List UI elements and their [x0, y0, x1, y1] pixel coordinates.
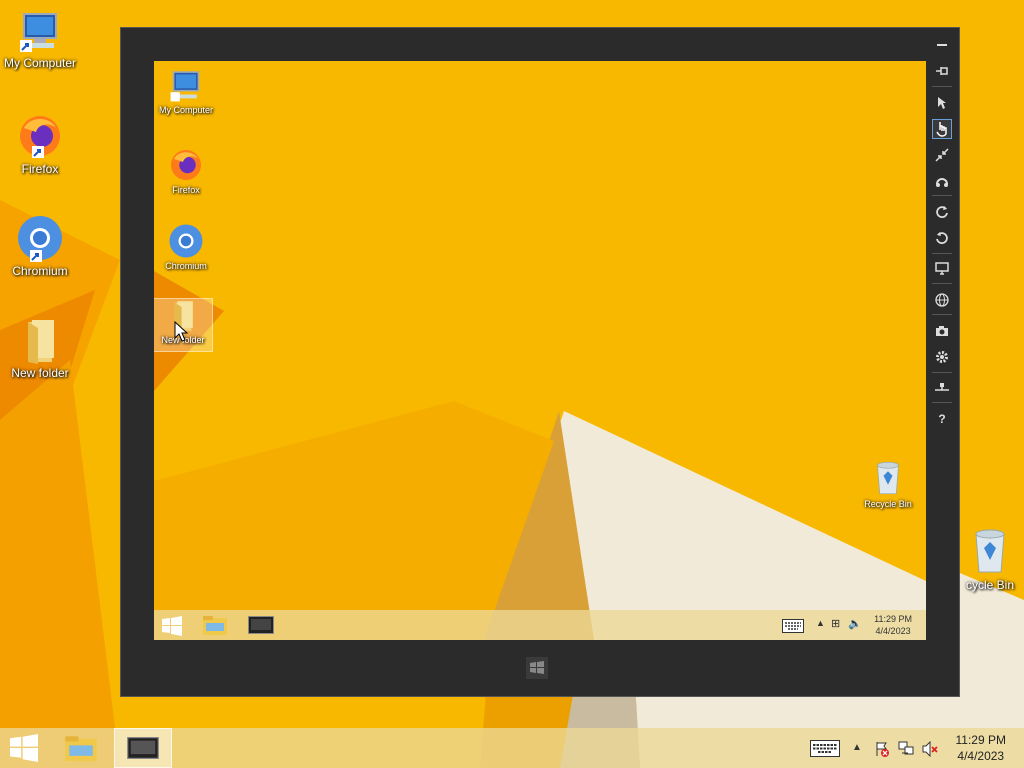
desktop-icon-recycle-bin[interactable]: cycle Bin [950, 526, 1024, 592]
pointer-icon[interactable] [932, 93, 952, 113]
windows-start-icon [10, 734, 38, 762]
desktop-icon-new-folder[interactable]: New folder [0, 318, 80, 380]
network-icon[interactable]: ⊞ [831, 617, 840, 630]
desktop-icon-label: New folder [11, 366, 69, 380]
sim-clock-date: 4/4/2023 [875, 626, 911, 636]
desktop-icon-label: My Computer [3, 56, 77, 70]
recycle-bin-icon [975, 529, 1005, 573]
sim-icon-firefox[interactable]: Firefox [154, 147, 218, 195]
clock-time: 11:29 PM [955, 733, 1006, 747]
volume-icon[interactable]: 🔈 [848, 617, 862, 630]
toolbar-divider [932, 253, 952, 254]
display-icon[interactable] [932, 258, 952, 278]
desktop-icon-label: Firefox [21, 162, 59, 176]
camera-icon[interactable] [932, 321, 952, 341]
recycle-bin-icon [877, 461, 899, 495]
sim-icon-chromium[interactable]: Chromium [154, 223, 218, 271]
rotate-gesture-icon[interactable] [932, 171, 952, 191]
start-button[interactable] [0, 728, 48, 768]
help-icon[interactable]: ? [932, 409, 952, 429]
action-center-icon[interactable] [874, 741, 890, 757]
desktop-icon-chromium[interactable]: Chromium [0, 214, 80, 278]
simulator-taskbar-button[interactable] [114, 728, 172, 768]
simulator-home-button[interactable] [526, 657, 548, 679]
sim-icon-label: Chromium [165, 261, 207, 271]
sim-icon-label: My Computer [158, 105, 213, 115]
toolbar-divider [932, 402, 952, 403]
simulator-app-icon [127, 737, 159, 759]
computer-icon [170, 71, 200, 102]
chromium-icon [169, 224, 203, 258]
file-explorer-button[interactable] [57, 728, 105, 768]
sim-icon-label: Firefox [172, 185, 200, 195]
simulator-screen[interactable]: My Computer Firefox Chromium New folder … [154, 61, 926, 640]
rotate-clockwise-icon[interactable] [932, 202, 952, 222]
desktop-icon-label: Chromium [12, 264, 68, 278]
sim-icon-recycle-bin[interactable]: Recycle Bin [856, 459, 920, 509]
toolbar-divider [932, 314, 952, 315]
firefox-icon [171, 150, 201, 180]
taskbar: ▲ 11:29 PM 4/4/2023 [0, 728, 1024, 768]
globe-icon[interactable] [932, 290, 952, 310]
file-explorer-icon[interactable] [202, 614, 228, 636]
folder-icon [28, 320, 54, 364]
network-icon[interactable] [932, 378, 952, 398]
taskbar-clock[interactable]: 11:29 PM 4/4/2023 [956, 732, 1006, 764]
pinch-icon[interactable] [932, 145, 952, 165]
desktop-icon-my-computer[interactable]: My Computer [0, 10, 80, 70]
help-label: ? [938, 412, 946, 426]
toolbar-divider [932, 195, 952, 196]
toolbar-divider [932, 283, 952, 284]
chromium-icon [18, 216, 62, 262]
touch-icon[interactable] [932, 119, 952, 139]
minimize-icon[interactable] [932, 35, 952, 55]
sim-clock-time: 11:29 PM [874, 614, 912, 624]
sim-clock[interactable]: 11:29 PM 4/4/2023 [874, 613, 912, 637]
sim-taskbar: ▲ ⊞ 🔈 11:29 PM 4/4/2023 [154, 610, 926, 640]
volume-muted-icon[interactable] [922, 741, 938, 757]
sim-icon-my-computer[interactable]: My Computer [154, 69, 218, 115]
simulator-window[interactable]: My Computer Firefox Chromium New folder … [121, 28, 959, 696]
firefox-icon [20, 116, 60, 158]
touch-keyboard-icon[interactable] [810, 740, 840, 757]
simulator-app-icon[interactable] [248, 616, 274, 634]
rotate-counterclockwise-icon[interactable] [932, 228, 952, 248]
clock-date: 4/4/2023 [957, 749, 1005, 763]
show-hidden-icons-icon[interactable]: ▲ [852, 742, 862, 753]
windows-start-icon[interactable] [162, 616, 182, 636]
network-icon[interactable] [898, 741, 914, 757]
mouse-pointer-icon [174, 321, 189, 342]
desktop-icon-firefox[interactable]: Firefox [0, 112, 80, 176]
settings-icon[interactable] [932, 347, 952, 367]
desktop-icon-label: cycle Bin [965, 578, 1015, 592]
toolbar-divider [932, 372, 952, 373]
file-explorer-icon [65, 736, 97, 762]
computer-icon [20, 13, 57, 52]
keyboard-icon[interactable] [782, 619, 804, 633]
show-hidden-icons-icon[interactable]: ▲ [816, 618, 825, 628]
pin-icon[interactable] [932, 61, 952, 81]
simulator-wallpaper [154, 61, 926, 640]
sim-icon-label: Recycle Bin [864, 499, 912, 509]
toolbar-divider [932, 86, 952, 87]
